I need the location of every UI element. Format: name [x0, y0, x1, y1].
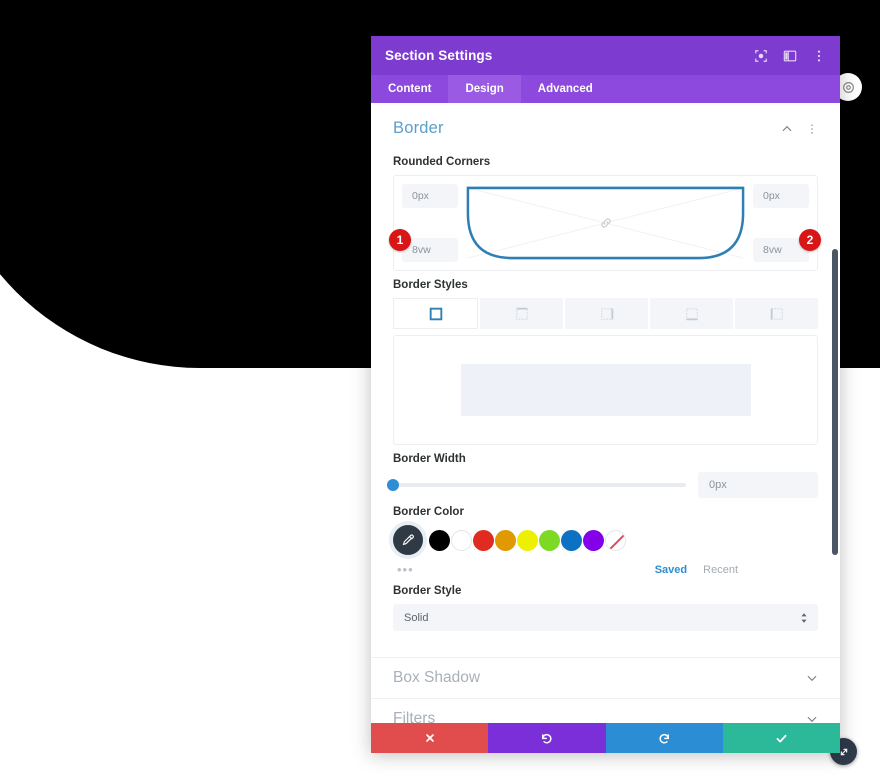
modal-header: Section Settings	[371, 36, 840, 75]
box-shadow-section[interactable]: Box Shadow	[371, 657, 840, 698]
rounded-corners-widget: 0px 0px 8vw 8vw	[393, 175, 818, 271]
header-icon-group	[753, 48, 826, 63]
modal-tabs: Content Design Advanced	[371, 75, 840, 103]
border-style-select[interactable]: Solid	[393, 604, 818, 631]
swatch-purple[interactable]	[583, 529, 604, 551]
more-colors-button[interactable]: •••	[393, 562, 414, 577]
settings-scrollbar[interactable]	[832, 249, 838, 555]
select-arrows-icon	[800, 612, 808, 624]
swatch-none[interactable]	[605, 529, 626, 551]
border-styles-label: Border Styles	[393, 279, 468, 291]
eyedropper-icon[interactable]	[393, 525, 423, 555]
link-icon[interactable]	[599, 216, 613, 230]
callout-badge-1: 1	[389, 229, 411, 251]
corner-input-top-left[interactable]: 0px	[402, 184, 458, 208]
cancel-button[interactable]	[371, 723, 489, 753]
border-width-slider-knob[interactable]	[387, 479, 399, 491]
border-width-field: Border Width 0px	[371, 453, 840, 498]
border-accordion-title: Border	[393, 119, 444, 137]
border-accordion-header[interactable]: Border	[371, 103, 840, 148]
swatch-red[interactable]	[473, 529, 494, 551]
tab-design[interactable]: Design	[448, 75, 521, 103]
modal-body: Border Rounded Corners 0px 0px 8vw 8vw B…	[371, 103, 840, 723]
border-preview-box	[393, 335, 818, 445]
rounded-corners-field: Rounded Corners 0px 0px 8vw 8vw	[371, 156, 840, 271]
corner-shape-preview	[466, 186, 745, 260]
settings-scroll-area: Border Rounded Corners 0px 0px 8vw 8vw B…	[371, 103, 840, 723]
border-styles-options	[393, 298, 818, 329]
swatch-white[interactable]	[451, 529, 472, 551]
border-all-sides-button[interactable]	[393, 298, 478, 329]
filters-label: Filters	[393, 710, 436, 723]
swatch-black[interactable]	[429, 529, 450, 551]
color-tabs: Saved Recent	[655, 564, 818, 576]
chevron-down-icon[interactable]	[805, 713, 818, 724]
border-width-input[interactable]: 0px	[698, 472, 818, 498]
border-preview-field	[371, 335, 840, 445]
border-width-control: 0px	[387, 472, 818, 498]
tab-advanced[interactable]: Advanced	[521, 75, 610, 103]
border-left-button[interactable]	[735, 298, 818, 329]
border-top-button[interactable]	[480, 298, 563, 329]
border-color-label: Border Color	[393, 506, 464, 518]
redo-button[interactable]	[605, 723, 723, 753]
modal-footer	[371, 723, 840, 753]
swatch-green[interactable]	[539, 529, 560, 551]
chevron-up-icon[interactable]	[780, 122, 793, 135]
screen: 1 2 Section Settings Content Design Adva…	[0, 0, 880, 784]
saved-colors-tab[interactable]: Saved	[655, 564, 687, 576]
kebab-menu-icon[interactable]	[805, 122, 818, 135]
border-accordion-tools	[780, 122, 818, 135]
callout-badge-2: 2	[799, 229, 821, 251]
border-preview-element	[460, 364, 751, 416]
swatch-yellow[interactable]	[517, 529, 538, 551]
swatch-orange[interactable]	[495, 529, 516, 551]
border-color-swatches	[393, 525, 818, 555]
page-title: Section Settings	[385, 48, 493, 63]
box-shadow-label: Box Shadow	[393, 669, 481, 686]
section-settings-modal: Section Settings Content Design Advanced…	[371, 36, 840, 753]
recent-colors-tab[interactable]: Recent	[703, 564, 738, 576]
rounded-corners-label: Rounded Corners	[393, 156, 491, 168]
border-style-label: Border Style	[393, 585, 462, 597]
kebab-menu-icon[interactable]	[811, 48, 826, 63]
border-style-field: Border Style Solid	[371, 585, 840, 631]
border-width-slider[interactable]	[387, 479, 686, 491]
filters-section[interactable]: Filters	[371, 698, 840, 723]
border-styles-field: Border Styles	[371, 279, 840, 329]
border-bottom-button[interactable]	[650, 298, 733, 329]
layout-panel-icon[interactable]	[782, 48, 797, 63]
target-icon[interactable]	[753, 48, 768, 63]
tab-content[interactable]: Content	[371, 75, 448, 103]
corner-input-top-right[interactable]: 0px	[753, 184, 809, 208]
swatch-blue[interactable]	[561, 529, 582, 551]
save-button[interactable]	[722, 723, 840, 753]
border-width-label: Border Width	[393, 453, 466, 465]
border-color-subrow: ••• Saved Recent	[393, 562, 818, 577]
undo-button[interactable]	[488, 723, 606, 753]
chevron-down-icon[interactable]	[805, 672, 818, 685]
border-color-field: Border Color ••• Saved Recent	[371, 506, 840, 577]
border-right-button[interactable]	[565, 298, 648, 329]
border-style-value: Solid	[404, 611, 429, 624]
